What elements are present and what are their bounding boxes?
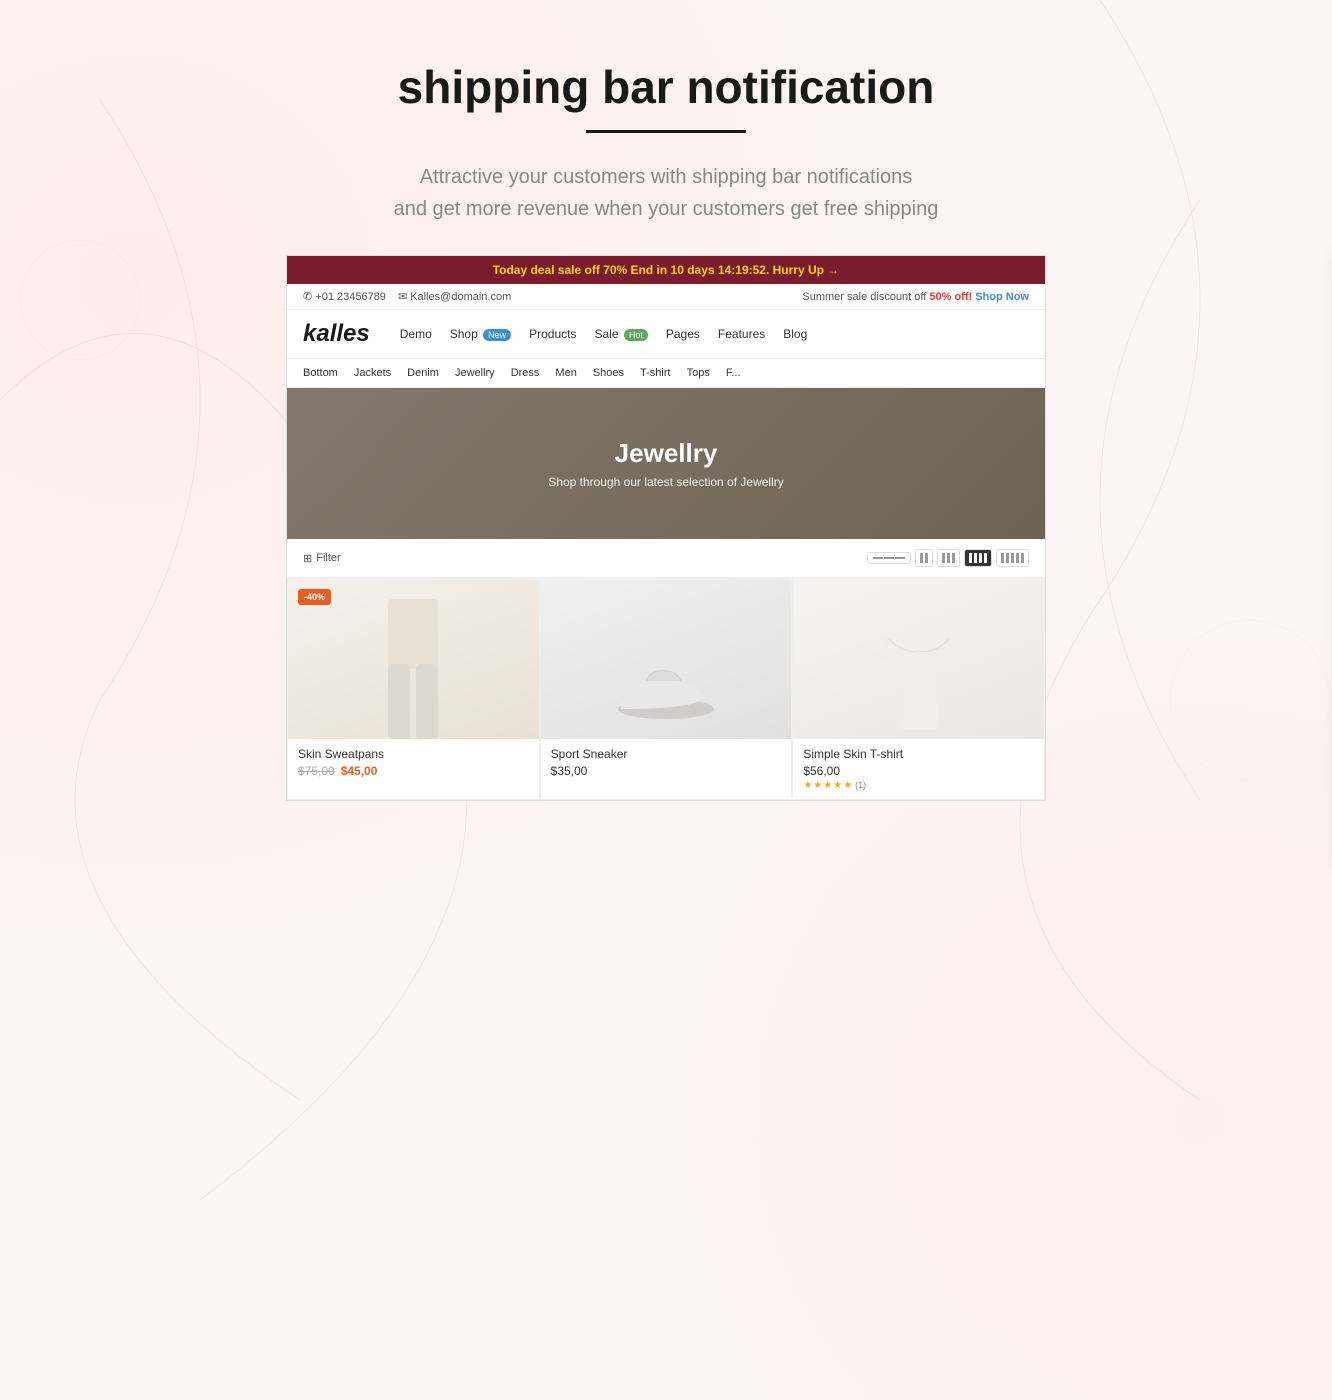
store-main-nav: kalles Demo Shop New Products Sale Hot P… — [287, 310, 1045, 359]
cat-jewellry[interactable]: Jewellry — [455, 367, 495, 379]
product-info: Simple Skin T-shirt $56,00 ★ ★ ★ ★ ★ (1) — [793, 739, 1044, 799]
product-name: Simple Skin T-shirt — [803, 747, 1034, 761]
cat-dress[interactable]: Dress — [511, 367, 540, 379]
products-filter-bar: ⊞ Filter — [287, 539, 1045, 578]
cat-men[interactable]: Men — [555, 367, 576, 379]
product-price: $56,00 — [803, 764, 1034, 778]
product-image: -40% — [288, 579, 539, 739]
product-image — [541, 579, 792, 739]
nav-item-sale[interactable]: Sale Hot — [594, 327, 647, 341]
store-hero-banner: Jewellry Shop through our latest selecti… — [287, 388, 1045, 539]
cat-denim[interactable]: Denim — [407, 367, 439, 379]
announcement-bar: Today deal sale off 70% End in 10 days 1… — [287, 256, 1045, 284]
filter-button[interactable]: ⊞ Filter — [303, 552, 341, 565]
store-mockup: Today deal sale off 70% End in 10 days 1… — [286, 255, 1046, 801]
title-divider — [586, 130, 746, 133]
grid-list-view[interactable] — [867, 552, 911, 564]
cat-shoes[interactable]: Shoes — [593, 367, 624, 379]
product-price: $75,00 $45,00 — [298, 764, 529, 778]
store-category-nav: Bottom Jackets Denim Jewellry Dress Men … — [287, 359, 1045, 388]
product-image — [793, 579, 1044, 739]
cat-jackets[interactable]: Jackets — [354, 367, 391, 379]
grid-3col-view[interactable] — [937, 549, 960, 567]
cat-more[interactable]: F... — [726, 367, 741, 379]
hero-title: Jewellry — [307, 438, 1025, 469]
product-card[interactable]: Simple Skin T-shirt $56,00 ★ ★ ★ ★ ★ (1) — [792, 578, 1045, 800]
discount-badge: -40% — [298, 589, 331, 605]
product-stars: ★ ★ ★ ★ ★ (1) — [803, 780, 1034, 791]
announcement-text: Today deal sale off 70% End in 10 days 1… — [493, 263, 840, 277]
product-price: $35,00 — [551, 764, 782, 778]
product-card[interactable]: -40% Skin Sweatpans $75,00 $45,00 — [287, 578, 540, 800]
store-email: ✉ Kalles@domain.com — [398, 290, 511, 303]
nav-item-blog[interactable]: Blog — [783, 327, 807, 341]
store-top-nav: ✆ +01 23456789 ✉ Kalles@domain.com Summe… — [287, 284, 1045, 310]
store-phone: ✆ +01 23456789 — [303, 290, 386, 303]
grid-4col-view[interactable] — [964, 549, 992, 567]
cat-bottom[interactable]: Bottom — [303, 367, 338, 379]
products-grid: -40% Skin Sweatpans $75,00 $45,00 — [287, 578, 1045, 800]
nav-item-products[interactable]: Products — [529, 327, 576, 341]
grid-2col-view[interactable] — [915, 549, 933, 567]
product-card[interactable]: Sport Sneaker $35,00 — [540, 578, 793, 800]
nav-item-features[interactable]: Features — [718, 327, 765, 341]
nav-item-pages[interactable]: Pages — [666, 327, 700, 341]
hero-subtitle: Shop through our latest selection of Jew… — [307, 475, 1025, 489]
page-title: shipping bar notification — [20, 60, 1312, 114]
page-subtitle: Attractive your customers with shipping … — [316, 161, 1016, 225]
product-info: Sport Sneaker $35,00 — [541, 739, 792, 786]
nav-item-shop[interactable]: Shop New — [450, 327, 511, 341]
grid-5col-view[interactable] — [996, 549, 1029, 567]
product-name: Sport Sneaker — [551, 747, 782, 761]
cat-tshirt[interactable]: T-shirt — [640, 367, 671, 379]
cat-tops[interactable]: Tops — [687, 367, 710, 379]
grid-options — [867, 549, 1029, 567]
product-name: Skin Sweatpans — [298, 747, 529, 761]
store-sale-text: Summer sale discount off 50% off! Shop N… — [802, 291, 1029, 303]
nav-item-demo[interactable]: Demo — [400, 327, 432, 341]
store-logo: kalles — [303, 320, 370, 348]
product-info: Skin Sweatpans $75,00 $45,00 — [288, 739, 539, 786]
